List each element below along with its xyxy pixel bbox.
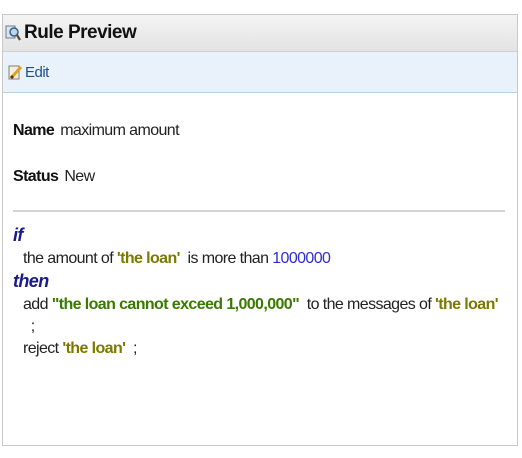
name-field: Name maximum amount: [13, 122, 507, 140]
pencil-edit-icon: [7, 63, 23, 81]
status-label: Status: [13, 168, 59, 185]
rule-content: Name maximum amount Status New if the am…: [3, 122, 517, 360]
action-line-1: add "the loan cannot exceed 1,000,000" t…: [13, 294, 507, 338]
edit-button[interactable]: Edit: [7, 63, 49, 81]
message-string: "the loan cannot exceed 1,000,000": [51, 296, 300, 313]
add-text: add: [23, 296, 52, 313]
divider: [13, 210, 505, 212]
then-keyword: then: [13, 271, 49, 291]
condition-op: is more than: [179, 250, 273, 267]
rule-preview-panel: Rule Preview Edit Name maximum amount St…: [2, 14, 518, 446]
status-value: New: [64, 168, 95, 185]
loan-term: 'the loan': [435, 296, 499, 313]
reject-text: reject: [23, 340, 63, 357]
condition-text: the amount of: [23, 250, 117, 267]
magnifier-rule-icon: [5, 24, 21, 42]
rule-body: if the amount of 'the loan' is more than…: [13, 224, 507, 360]
semicolon: ;: [125, 340, 137, 357]
edit-button-label: Edit: [25, 63, 49, 81]
semicolon: ;: [23, 318, 35, 335]
amount-number: 1000000: [272, 250, 331, 267]
page-title: Rule Preview: [24, 22, 137, 43]
title-bar: Rule Preview: [3, 15, 517, 52]
loan-term: 'the loan': [116, 250, 181, 267]
status-field: Status New: [13, 168, 507, 186]
condition-line: the amount of 'the loan' is more than 10…: [13, 248, 507, 270]
loan-term: 'the loan': [62, 340, 126, 357]
name-value: maximum amount: [60, 122, 179, 139]
name-label: Name: [13, 122, 55, 139]
messages-text: to the messages of: [299, 296, 436, 313]
action-line-2: reject 'the loan' ;: [13, 338, 507, 360]
if-keyword-line: if: [13, 224, 507, 248]
toolbar: Edit: [3, 52, 517, 93]
then-keyword-line: then: [13, 270, 507, 294]
if-keyword: if: [13, 225, 23, 245]
